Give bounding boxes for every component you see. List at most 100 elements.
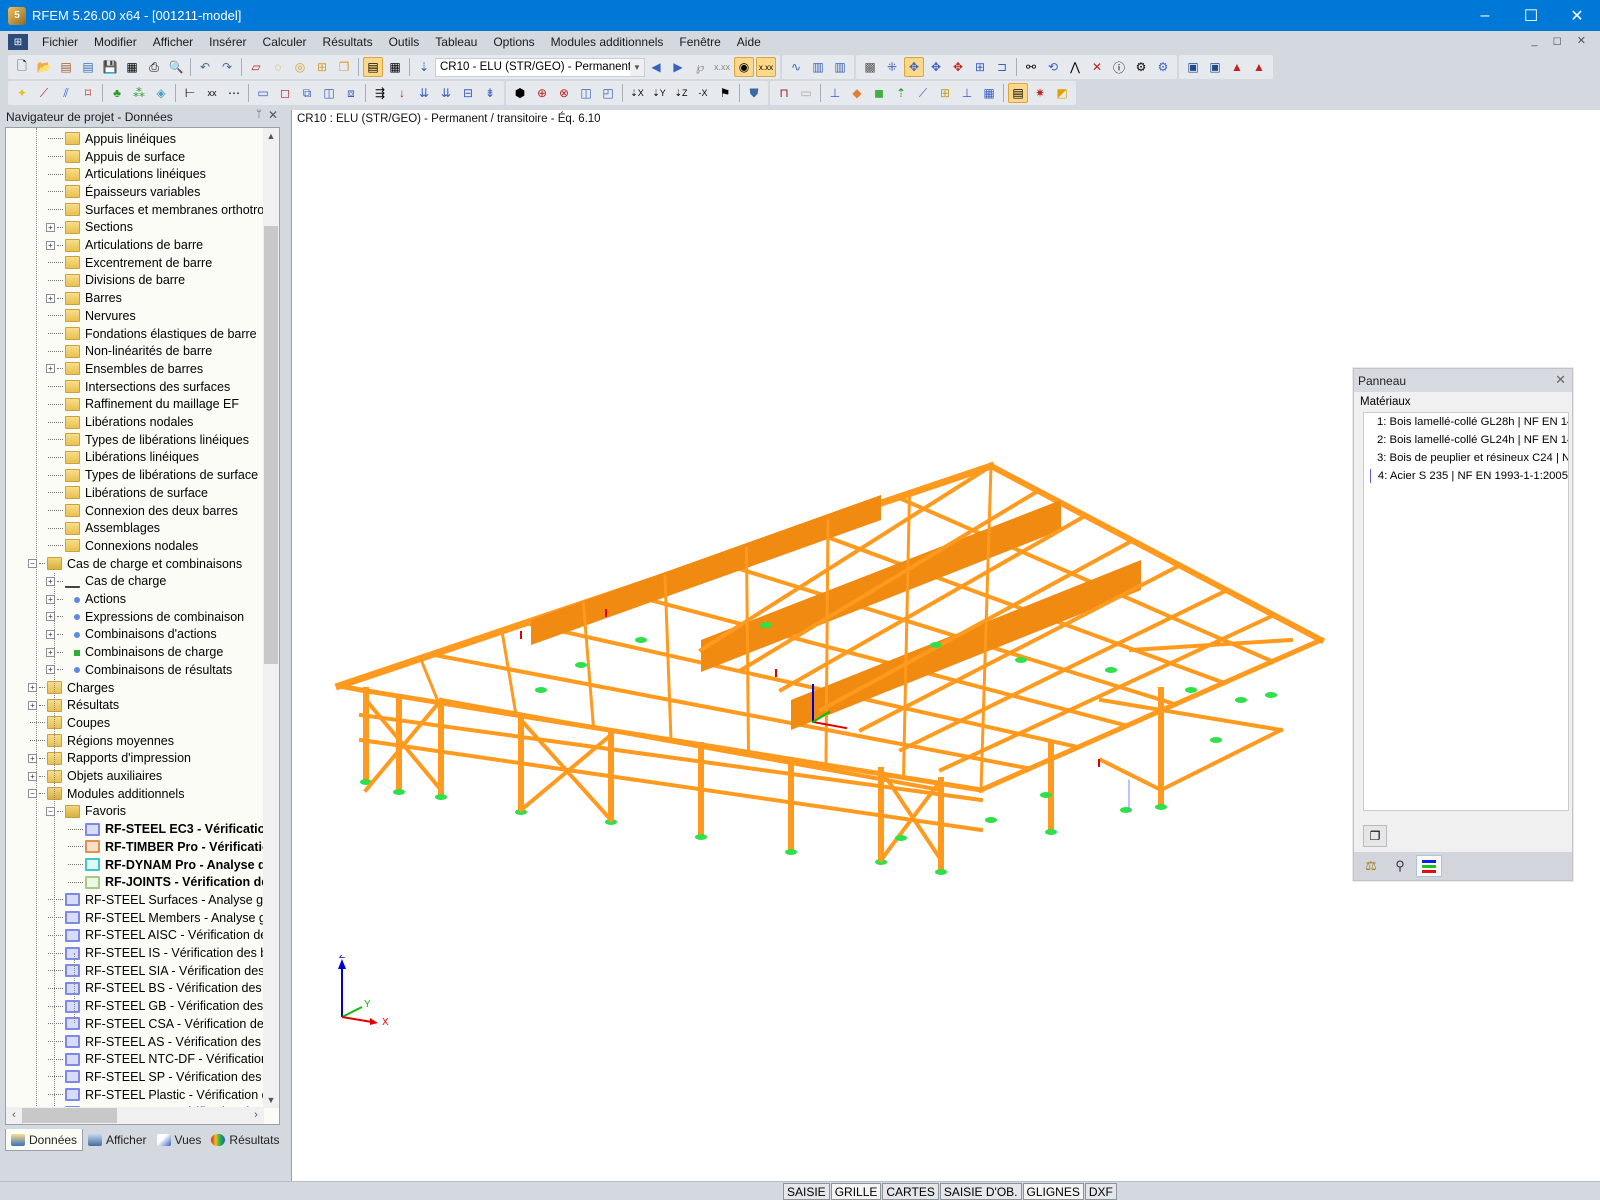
tree-item[interactable]: Libérations nodales xyxy=(46,413,193,431)
nodal-support-icon[interactable]: ♣ xyxy=(107,83,127,103)
expand-icon[interactable]: + xyxy=(46,293,55,303)
tree-item[interactable]: RF-STEEL NTC-DF - Vérification des barre… xyxy=(46,1050,264,1068)
menu-afficher[interactable]: Afficher xyxy=(145,35,201,49)
member[interactable] xyxy=(1128,637,1294,653)
pdf-export-icon[interactable]: ▲ xyxy=(1227,57,1247,77)
notes-icon[interactable]: ▦ xyxy=(122,57,142,77)
status-toggle-dxf[interactable]: DXF xyxy=(1084,1183,1117,1200)
member-diagram-2-icon[interactable]: ▥ xyxy=(830,57,850,77)
result-surface-icon[interactable]: ◆ xyxy=(847,83,867,103)
tree-item[interactable]: RF-STEEL Plastic - Vérification des barr… xyxy=(46,1086,264,1104)
tree-item[interactable]: Connexion des deux barres xyxy=(46,502,238,520)
results-on-off-icon[interactable]: ◉ xyxy=(734,57,754,77)
minimize-button[interactable]: – xyxy=(1462,0,1508,31)
zoom-window-icon[interactable]: ⊕ xyxy=(532,83,552,103)
new-file-icon[interactable]: 🗋 xyxy=(12,57,32,77)
tree-item[interactable]: Libérations linéiques xyxy=(46,449,199,467)
result-solid-icon[interactable]: ◼ xyxy=(869,83,889,103)
nodal-support-icon[interactable] xyxy=(935,869,947,875)
nodal-support-icon[interactable] xyxy=(635,637,647,643)
result-grid-icon[interactable]: ▦ xyxy=(979,83,999,103)
tree-item[interactable]: + Actions xyxy=(46,590,126,608)
document-menu-icon[interactable]: ⊞ xyxy=(8,34,28,50)
tree-item[interactable]: Types de libérations linéiques xyxy=(46,431,249,449)
new-set-icon[interactable]: ⧉ xyxy=(297,83,317,103)
tree-item[interactable]: + Résultats xyxy=(28,696,119,714)
new-visibility-icon[interactable]: ⧈ xyxy=(341,83,361,103)
tree-item[interactable]: + Rapports d'impression xyxy=(28,750,191,768)
result-beam-icon[interactable]: ⟋ xyxy=(913,83,933,103)
undo-icon[interactable]: ↶ xyxy=(195,57,215,77)
tree-item[interactable]: − Cas de charge et combinaisons xyxy=(28,555,242,573)
nodal-support-icon[interactable] xyxy=(575,662,587,668)
view-options-icon[interactable]: ⊐ xyxy=(992,57,1012,77)
panel-tab-factors[interactable]: ⚲ xyxy=(1387,855,1413,877)
save-icon[interactable]: 💾 xyxy=(100,57,120,77)
imposed-load-icon[interactable]: ⇟ xyxy=(480,83,500,103)
tree-item[interactable]: RF-STEEL BS - Vérification des barres xyxy=(46,980,264,998)
menu-outils[interactable]: Outils xyxy=(381,35,428,49)
tree-item[interactable]: Raffinement du maillage EF xyxy=(46,396,239,414)
rotate-icon[interactable]: ⟲ xyxy=(1043,57,1063,77)
expand-icon[interactable]: + xyxy=(46,364,55,374)
scroll-up-icon[interactable]: ▲ xyxy=(263,128,279,144)
color-legend-icon[interactable]: ▤ xyxy=(1008,83,1028,103)
tree-item[interactable]: + Combinaisons de résultats xyxy=(46,661,232,679)
menu-tableau[interactable]: Tableau xyxy=(427,35,485,49)
result-section-icon[interactable]: ⊥ xyxy=(957,83,977,103)
nodal-support-icon[interactable] xyxy=(435,794,447,800)
clipping-plane-icon[interactable]: ⚑ xyxy=(715,83,735,103)
material-item[interactable]: 3: Bois de peuplier et résineux C24 | NF… xyxy=(1364,449,1568,467)
mdi-window-controls[interactable]: _ ◻ ✕ xyxy=(1531,34,1592,47)
tree-item[interactable]: Intersections des surfaces xyxy=(46,378,230,396)
expand-icon[interactable]: + xyxy=(46,222,55,232)
previous-load-case-icon[interactable]: ◀ xyxy=(646,57,666,77)
expand-icon[interactable]: + xyxy=(46,240,55,250)
maximize-button[interactable]: ☐ xyxy=(1508,0,1554,31)
member-load-icon[interactable]: ⇊ xyxy=(414,83,434,103)
scroll-left-icon[interactable]: ‹ xyxy=(6,1107,22,1124)
status-toggle-saisie[interactable]: SAISIE xyxy=(783,1183,830,1200)
open-project-icon[interactable]: ▤ xyxy=(78,57,98,77)
member[interactable] xyxy=(337,684,363,692)
tab-afficher[interactable]: Afficher xyxy=(83,1129,151,1151)
coordinate-icon[interactable]: xx xyxy=(202,83,222,103)
menu-fichier[interactable]: Fichier xyxy=(34,35,86,49)
tree-item[interactable]: RF-JOINTS - Vérification des assemblages xyxy=(66,873,264,891)
navigator-close-icon[interactable]: ✕ xyxy=(268,108,278,122)
tree-item[interactable]: RF-STEEL AISC - Vérification des barres xyxy=(46,927,264,945)
load-case-combo[interactable]: CR10 - ELU (STR/GEO) - Permanent / tra ▼ xyxy=(435,57,645,77)
surface-load-icon[interactable]: ⊟ xyxy=(458,83,478,103)
menu-fenetre[interactable]: Fenêtre xyxy=(671,35,728,49)
open-file-icon[interactable]: 📂 xyxy=(34,57,54,77)
view-3d-box-icon[interactable]: ◫ xyxy=(576,83,596,103)
status-toggle-glignes[interactable]: GLIGNES xyxy=(1022,1183,1084,1200)
rfem-app-icon[interactable]: 5 xyxy=(8,6,26,25)
view-3d-iso-icon[interactable]: ◰ xyxy=(598,83,618,103)
tree-item[interactable]: − Favoris xyxy=(46,803,126,821)
menu-calculer[interactable]: Calculer xyxy=(255,35,315,49)
menu-options[interactable]: Options xyxy=(485,35,542,49)
tree-item[interactable]: Coupes xyxy=(28,714,110,732)
status-toggle-cartes[interactable]: CARTES xyxy=(882,1183,939,1200)
disabled-tool-icon[interactable]: ▭ xyxy=(796,83,816,103)
config-icon[interactable]: ⚙ xyxy=(1131,57,1151,77)
new-solid-icon[interactable]: ◻ xyxy=(275,83,295,103)
tree-item[interactable]: + Objets auxiliaires xyxy=(28,767,162,785)
tree-item[interactable]: RF-STEEL CSA - Vérification des barres xyxy=(46,1015,264,1033)
export-view-2-icon[interactable]: ▣ xyxy=(1205,57,1225,77)
nodal-support-icon[interactable] xyxy=(895,835,907,841)
nodal-support-icon[interactable] xyxy=(1120,807,1132,813)
material-item[interactable]: 2: Bois lamellé-collé GL24h | NF EN 1408… xyxy=(1364,431,1568,449)
grid-icon[interactable]: ⁜ xyxy=(882,57,902,77)
nodal-support-icon[interactable] xyxy=(1015,657,1027,663)
select-window-icon[interactable]: ▱ xyxy=(246,57,266,77)
pdf-export-2-icon[interactable]: ▲ xyxy=(1249,57,1269,77)
new-line-icon[interactable]: ⟋ xyxy=(34,83,54,103)
tree-item[interactable]: Non-linéarités de barre xyxy=(46,342,212,360)
zoom-all-icon[interactable]: ⊗ xyxy=(554,83,574,103)
render-mode-icon[interactable]: ▩ xyxy=(860,57,880,77)
shading-icon[interactable]: ⛊ xyxy=(744,83,764,103)
view-along-x-icon[interactable]: ⇣X xyxy=(627,83,647,103)
table-view-icon[interactable]: ▤ xyxy=(363,57,383,77)
